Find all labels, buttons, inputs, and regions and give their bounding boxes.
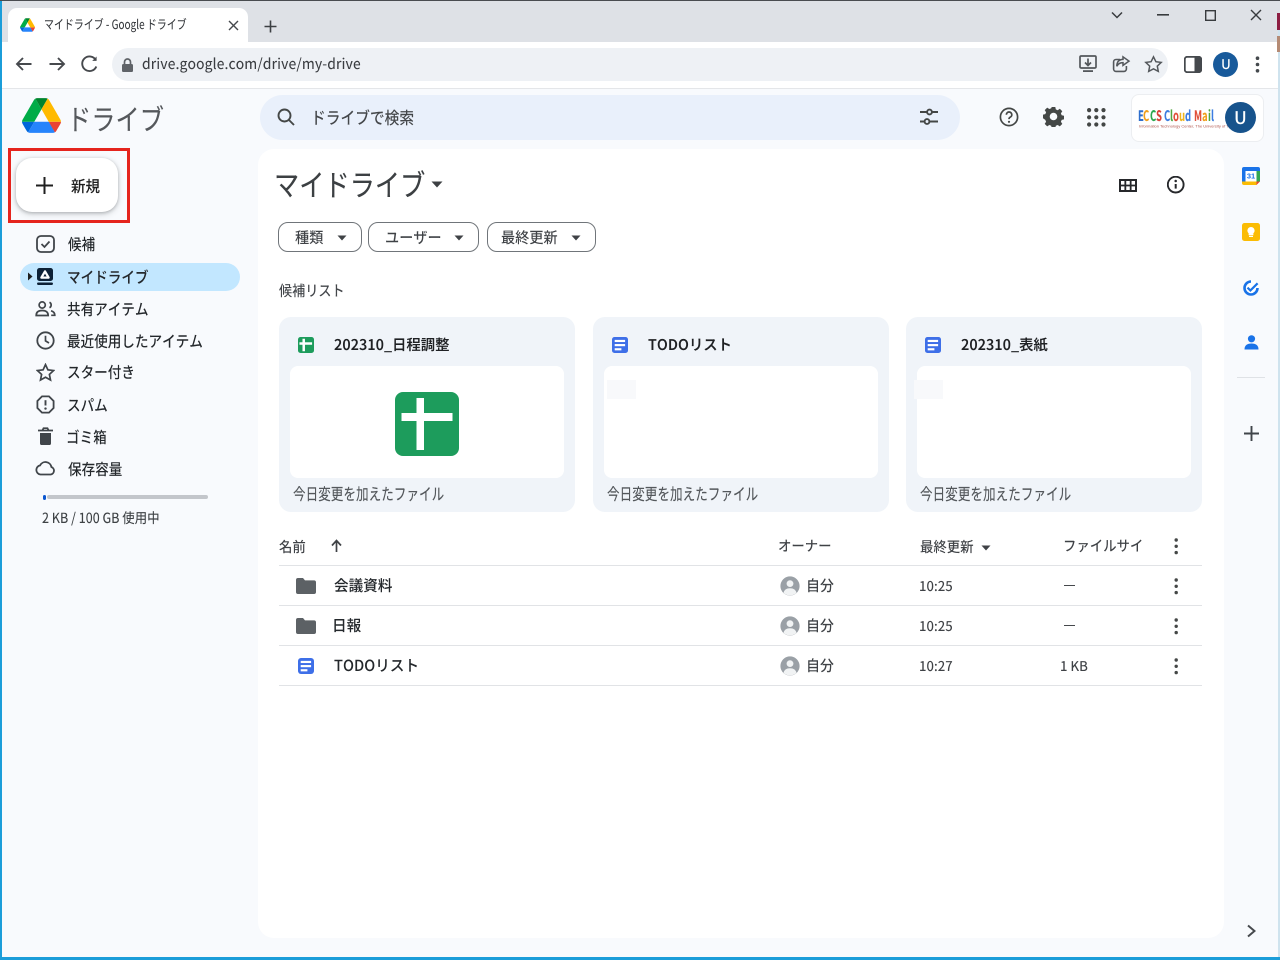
svg-text:31: 31 xyxy=(1247,172,1255,181)
